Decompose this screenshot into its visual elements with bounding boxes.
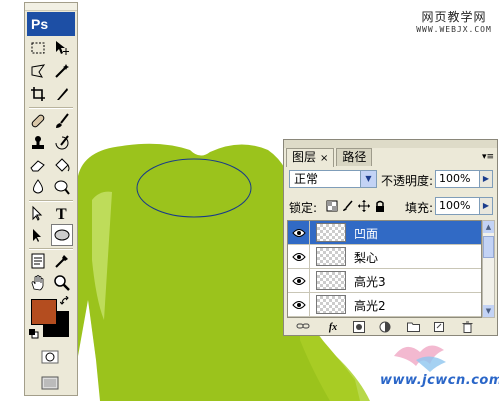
eraser-tool-icon[interactable] — [27, 154, 49, 176]
eyedropper-tool-icon[interactable] — [51, 250, 73, 272]
watermark-top-url: WWW.WEBJX.COM — [416, 25, 492, 34]
layer-thumbnail — [316, 295, 346, 314]
lock-image-pixels-icon[interactable] — [342, 200, 354, 212]
tab-close-icon[interactable]: × — [320, 153, 328, 164]
panel-tabs: 图层 × 路径 — [286, 148, 374, 167]
new-layer-icon[interactable] — [432, 321, 446, 334]
eye-icon[interactable] — [288, 293, 310, 316]
blend-mode-select[interactable]: 正常 ▼ — [289, 170, 377, 188]
lasso-tool-icon[interactable] — [27, 60, 49, 82]
layer-row[interactable]: 凹面 — [288, 221, 481, 245]
layer-name: 梨心 — [354, 251, 379, 265]
layer-name: 凹面 — [354, 227, 379, 241]
tab-layers-label: 图层 — [292, 150, 317, 164]
chevron-down-icon[interactable]: ▼ — [360, 171, 376, 187]
add-mask-icon[interactable] — [352, 321, 366, 334]
lock-transparent-pixels-icon[interactable] — [326, 200, 338, 212]
adjustment-layer-icon[interactable] — [378, 321, 392, 334]
opacity-label: 不透明度: — [381, 174, 434, 188]
opacity-value: 100% — [439, 172, 471, 185]
layer-name: 高光2 — [354, 299, 386, 313]
lock-position-icon[interactable] — [358, 200, 370, 212]
trash-icon[interactable] — [460, 321, 474, 334]
history-brush-tool-icon[interactable] — [51, 132, 73, 154]
watermark-top-text: 网页教学网 — [421, 10, 487, 24]
layer-thumbnail — [316, 247, 346, 266]
healing-brush-tool-icon[interactable] — [27, 110, 49, 132]
notes-tool-icon[interactable] — [27, 250, 49, 272]
magic-wand-tool-icon[interactable] — [51, 60, 73, 82]
layers-panel: 图层 × 路径 ▾≡ 正常 ▼ 不透明度: 100% ▶ 锁定: 填充: 100%… — [283, 139, 498, 336]
scroll-thumb[interactable] — [483, 236, 494, 258]
panel-titlebar[interactable] — [284, 140, 497, 148]
hand-tool-icon[interactable] — [27, 272, 49, 294]
watermark-bottom: www.jcwcn.com — [380, 373, 499, 388]
fill-field[interactable]: 100% ▶ — [435, 197, 493, 215]
tab-layers[interactable]: 图层 × — [286, 148, 335, 167]
quick-mask-mode-icon[interactable] — [39, 346, 61, 368]
palette-grip[interactable] — [25, 3, 77, 11]
swap-colors-icon[interactable] — [59, 295, 70, 305]
layers-bottom-bar: fx — [284, 320, 497, 335]
tools-palette: Ps T — [24, 2, 78, 396]
type-tool-icon[interactable]: T — [51, 202, 73, 224]
tool-separator — [29, 107, 73, 109]
watermark-top: 网页教学网 WWW.WEBJX.COM — [412, 8, 496, 34]
blur-tool-icon[interactable] — [27, 176, 49, 198]
tab-paths-label: 路径 — [342, 150, 367, 164]
link-layers-icon[interactable] — [296, 321, 310, 334]
foreground-color-swatch[interactable] — [31, 299, 57, 325]
dodge-tool-icon[interactable] — [51, 176, 73, 198]
watermark-bird-icon — [394, 345, 446, 372]
tab-paths[interactable]: 路径 — [336, 148, 373, 166]
lock-label: 锁定: — [289, 201, 318, 215]
clone-stamp-tool-icon[interactable] — [27, 132, 49, 154]
eye-icon[interactable] — [288, 269, 310, 292]
layer-row[interactable]: 高光2 — [288, 293, 481, 317]
blend-mode-value: 正常 — [294, 172, 319, 186]
move-tool-icon[interactable] — [51, 37, 73, 59]
scroll-down-icon[interactable]: ▼ — [483, 305, 494, 317]
slice-tool-icon[interactable] — [51, 83, 73, 105]
folder-icon[interactable] — [406, 321, 420, 334]
layer-row[interactable]: 梨心 — [288, 245, 481, 269]
layer-name: 高光3 — [354, 275, 386, 289]
layers-list: 凹面 梨心 高光3 高光2 — [287, 220, 482, 318]
direct-selection-tool-icon[interactable] — [27, 224, 49, 246]
zoom-tool-icon[interactable] — [51, 272, 73, 294]
opacity-field[interactable]: 100% ▶ — [435, 170, 493, 188]
marquee-tool-icon[interactable] — [27, 37, 49, 59]
paint-bucket-tool-icon[interactable] — [51, 154, 73, 176]
eye-icon[interactable] — [288, 245, 310, 268]
crop-tool-icon[interactable] — [27, 83, 49, 105]
fill-value: 100% — [439, 199, 471, 212]
layers-scrollbar[interactable]: ▲ ▼ — [482, 220, 495, 318]
brush-tool-icon[interactable] — [51, 110, 73, 132]
path-selection-tool-icon[interactable] — [27, 202, 49, 224]
layer-thumbnail — [316, 271, 346, 290]
svg-text:T: T — [56, 206, 67, 222]
default-colors-icon[interactable] — [29, 328, 39, 339]
lock-all-icon[interactable] — [374, 200, 386, 212]
ps-logo[interactable]: Ps — [27, 12, 75, 36]
layer-row[interactable]: 高光3 — [288, 269, 481, 293]
layer-style-icon[interactable]: fx — [326, 321, 340, 334]
ellipse-tool-icon[interactable] — [51, 224, 73, 246]
panel-menu-icon[interactable]: ▾≡ — [482, 152, 494, 162]
layer-thumbnail — [316, 223, 346, 242]
scroll-up-icon[interactable]: ▲ — [483, 221, 494, 233]
screen-mode-icon[interactable] — [39, 372, 61, 394]
chevron-right-icon[interactable]: ▶ — [479, 171, 492, 187]
eye-icon[interactable] — [288, 221, 310, 244]
chevron-right-icon[interactable]: ▶ — [479, 198, 492, 214]
fill-label: 填充: — [405, 201, 434, 215]
